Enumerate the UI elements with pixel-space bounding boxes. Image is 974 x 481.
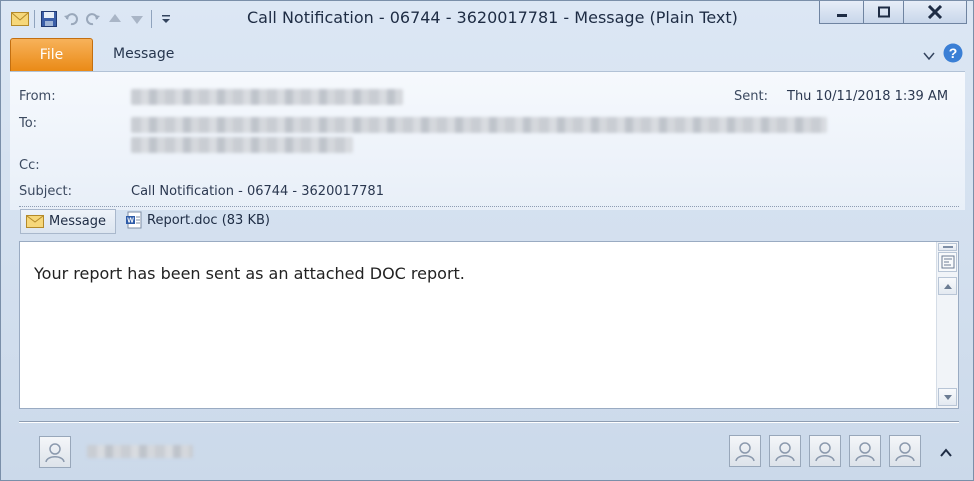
save-icon[interactable]	[38, 10, 60, 28]
quick-access-toolbar	[9, 10, 177, 28]
svg-text:W: W	[127, 218, 134, 225]
attachment-label: Report.doc (83 KB)	[147, 212, 270, 228]
sender-name-redacted	[87, 445, 193, 458]
minimize-button[interactable]	[819, 1, 865, 24]
mini-toolbar-icon[interactable]	[938, 252, 957, 272]
subject-label: Subject:	[19, 184, 72, 199]
maximize-button[interactable]	[863, 1, 905, 24]
body-text: Your report has been sent as an attached…	[34, 264, 465, 283]
envelope-icon[interactable]	[9, 10, 31, 28]
recipient-avatar[interactable]	[889, 435, 921, 467]
word-document-icon: W	[126, 211, 142, 229]
header-divider	[19, 206, 959, 207]
scroll-grip[interactable]	[938, 243, 957, 251]
cc-label: Cc:	[19, 158, 40, 173]
sent-label: Sent:	[734, 89, 768, 104]
close-button[interactable]	[903, 1, 967, 24]
ribbon-controls: ?	[923, 43, 963, 67]
sent-value: Thu 10/11/2018 1:39 AM	[787, 89, 949, 104]
scroll-down-button[interactable]	[938, 388, 957, 406]
sender-avatar[interactable]	[39, 436, 71, 468]
chevron-down-icon[interactable]	[923, 46, 935, 65]
body-scrollbar[interactable]	[936, 242, 958, 408]
recipient-avatar[interactable]	[769, 435, 801, 467]
window-title: Call Notification - 06744 - 3620017781 -…	[247, 8, 738, 27]
from-label: From:	[19, 89, 56, 104]
person-icon	[735, 442, 755, 462]
people-pane	[10, 425, 965, 477]
close-icon	[927, 5, 943, 19]
to-value-redacted	[131, 117, 827, 133]
scroll-up-icon	[943, 283, 952, 289]
person-icon	[855, 442, 875, 462]
person-icon	[895, 442, 915, 462]
down-arrow-icon[interactable]	[126, 10, 148, 28]
undo-icon[interactable]	[60, 10, 82, 28]
attachment-report-doc[interactable]: W Report.doc (83 KB)	[125, 211, 270, 229]
redo-icon[interactable]	[82, 10, 104, 28]
tab-message[interactable]: Message	[113, 46, 174, 62]
envelope-icon	[26, 215, 44, 228]
to-label: To:	[19, 116, 38, 131]
message-tab-label: Message	[49, 214, 106, 229]
from-value-redacted	[131, 89, 403, 105]
scroll-up-button[interactable]	[938, 277, 957, 295]
up-arrow-icon[interactable]	[104, 10, 126, 28]
recipient-avatar[interactable]	[729, 435, 761, 467]
chevron-up-icon	[940, 448, 952, 457]
customize-qat-icon[interactable]	[155, 10, 177, 28]
recipient-avatars	[729, 435, 921, 467]
message-body[interactable]: Your report has been sent as an attached…	[19, 241, 959, 409]
person-icon	[775, 442, 795, 462]
title-bar: Call Notification - 06744 - 3620017781 -…	[1, 1, 973, 37]
recipient-avatar[interactable]	[809, 435, 841, 467]
subject-value: Call Notification - 06744 - 3620017781	[131, 184, 384, 199]
message-window: Call Notification - 06744 - 3620017781 -…	[0, 0, 974, 481]
help-icon[interactable]: ?	[943, 43, 963, 67]
svg-text:?: ?	[949, 45, 958, 61]
recipient-avatar[interactable]	[849, 435, 881, 467]
people-pane-splitter[interactable]	[19, 421, 959, 423]
message-tab-button[interactable]: Message	[20, 209, 116, 234]
tab-file[interactable]: File	[10, 38, 93, 72]
person-icon	[815, 442, 835, 462]
person-icon	[45, 443, 65, 463]
scroll-down-icon	[943, 394, 952, 400]
to-value-redacted-2	[131, 137, 353, 153]
expand-people-pane-button[interactable]	[940, 443, 952, 462]
